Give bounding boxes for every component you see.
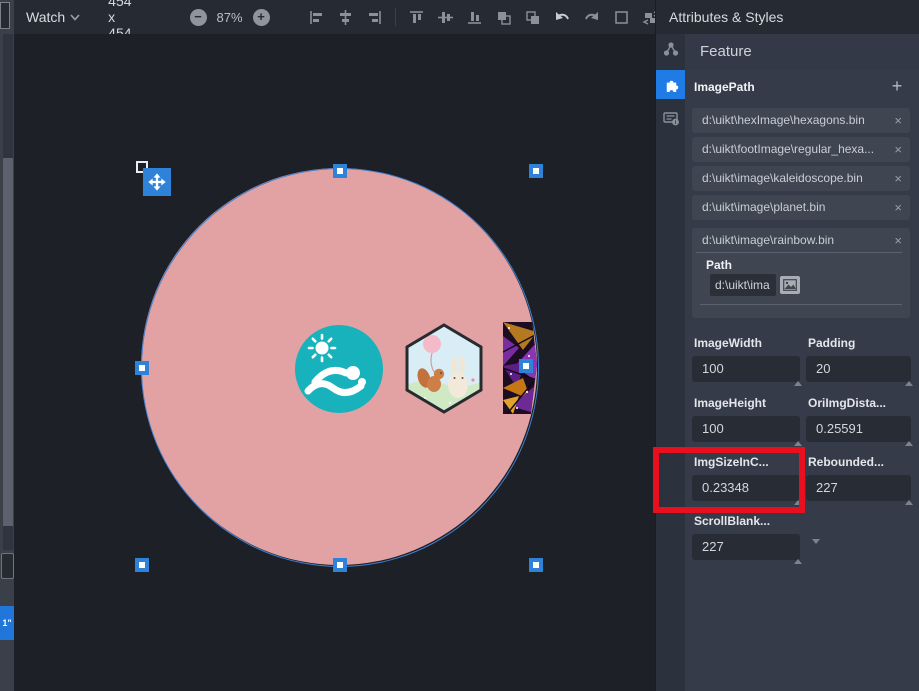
left-panel-badge[interactable]: 1" — [0, 606, 14, 640]
move-tool-button[interactable] — [143, 168, 171, 196]
divider — [696, 252, 902, 253]
align-bottom-icon[interactable] — [466, 9, 483, 26]
field-label-rebounded: Rebounded... — [808, 455, 884, 469]
alignment-toolbar — [308, 8, 660, 26]
left-panel-item[interactable] — [1, 553, 14, 579]
stepper-control[interactable] — [895, 480, 904, 496]
divider — [700, 304, 902, 305]
component-puzzle-icon — [663, 76, 680, 93]
zoom-in-button[interactable]: + — [253, 9, 270, 26]
toolbar-separator — [395, 8, 396, 26]
field-input-imagewidth[interactable]: 100 — [692, 356, 800, 382]
zoom-controls: − 87% + — [190, 9, 270, 26]
selection-box-icon[interactable] — [613, 9, 630, 26]
field-input-imageheight[interactable]: 100 — [692, 416, 800, 442]
stepper-control[interactable] — [895, 421, 904, 437]
resize-handle-top-right[interactable] — [529, 164, 543, 178]
remove-path-button[interactable]: × — [894, 166, 902, 191]
attributes-panel-header: Attributes & Styles — [655, 0, 919, 34]
remove-path-button[interactable]: × — [894, 228, 902, 253]
remove-path-button[interactable]: × — [894, 137, 902, 162]
swim-activity-icon[interactable] — [295, 325, 383, 413]
panel-tab-strip: i — [655, 34, 686, 691]
align-middle-vertical-icon[interactable] — [437, 9, 454, 26]
image-icon — [783, 279, 797, 291]
move-arrows-icon — [146, 171, 168, 193]
top-toolbar: Watch 454 x 454 − 87% + — [14, 0, 655, 34]
resize-handle-middle-left[interactable] — [135, 361, 149, 375]
imagepath-value: d:\uikt\image\planet.bin — [702, 195, 825, 220]
resize-handle-middle-right[interactable] — [519, 359, 533, 373]
field-input-oriimgdistance[interactable]: 0.25591 — [806, 416, 911, 442]
field-label-imagewidth: ImageWidth — [694, 336, 762, 350]
left-scrollbar-thumb[interactable] — [3, 158, 13, 526]
undo-icon[interactable] — [553, 9, 571, 26]
field-label-imgsizeinc: ImgSizeInC... — [694, 455, 769, 469]
field-label-scrollblank: ScrollBlank... — [694, 514, 770, 528]
left-panel-item[interactable] — [0, 2, 10, 29]
field-input-imgsizeinc[interactable]: 0.23348 — [692, 475, 800, 501]
field-label-oriimgdistance: OriImgDista... — [808, 396, 886, 410]
resize-handle-bottom-center[interactable] — [333, 558, 347, 572]
section-title: Feature — [700, 43, 752, 60]
resize-handle-bottom-right[interactable] — [529, 558, 543, 572]
align-right-icon[interactable] — [366, 9, 383, 26]
panel-title: Attributes & Styles — [669, 9, 783, 25]
stepper-control[interactable] — [895, 361, 904, 377]
stepper-control[interactable] — [784, 361, 793, 377]
zoom-out-button[interactable]: − — [190, 9, 207, 26]
chevron-down-icon[interactable] — [70, 14, 80, 21]
imagepath-item[interactable]: d:\uikt\footImage\regular_hexa... × — [692, 137, 910, 162]
sun-icon — [309, 335, 335, 361]
remove-path-button[interactable]: × — [894, 195, 902, 220]
imagepath-label: ImagePath — [694, 78, 755, 96]
field-input-scrollblank[interactable]: 227 — [692, 534, 800, 560]
send-backward-icon[interactable] — [524, 9, 541, 26]
swimmer-glyph — [308, 366, 366, 393]
tab-component-active[interactable] — [656, 70, 686, 99]
resize-handle-bottom-left[interactable] — [135, 558, 149, 572]
redo-icon[interactable] — [583, 9, 601, 26]
path-input[interactable]: d:\uikt\ima — [710, 274, 776, 296]
align-top-icon[interactable] — [408, 9, 425, 26]
imagepath-item[interactable]: d:\uikt\hexImage\hexagons.bin × — [692, 108, 910, 133]
align-left-icon[interactable] — [308, 9, 325, 26]
imagepath-value: d:\uikt\image\rainbow.bin — [702, 233, 834, 247]
add-imagepath-button[interactable]: + — [885, 74, 909, 98]
field-input-padding[interactable]: 20 — [806, 356, 911, 382]
feature-section-header: Feature — [685, 34, 919, 70]
device-selector[interactable]: Watch — [26, 9, 65, 25]
remove-path-button[interactable]: × — [894, 108, 902, 133]
hierarchy-icon[interactable] — [662, 40, 680, 58]
left-edge-panel: 1" — [0, 0, 14, 691]
field-input-rebounded[interactable]: 227 — [806, 475, 911, 501]
imagepath-item-expanded: d:\uikt\image\rainbow.bin × Path d:\uikt… — [692, 228, 910, 318]
zoom-level-label: 87% — [217, 10, 243, 25]
field-label-padding: Padding — [808, 336, 855, 350]
bring-forward-icon[interactable] — [495, 9, 512, 26]
imagepath-value: d:\uikt\hexImage\hexagons.bin — [702, 108, 865, 133]
path-field-label: Path — [706, 258, 732, 272]
resize-handle-top-center[interactable] — [333, 164, 347, 178]
hexagon-animals-illustration[interactable] — [405, 323, 483, 414]
imagepath-value: d:\uikt\footImage\regular_hexa... — [702, 137, 874, 162]
imagepath-value: d:\uikt\image\kaleidoscope.bin — [702, 166, 863, 191]
field-label-imageheight: ImageHeight — [694, 396, 766, 410]
browse-image-button[interactable] — [780, 276, 800, 294]
imagepath-item[interactable]: d:\uikt\image\planet.bin × — [692, 195, 910, 220]
attributes-panel: Feature ImagePath + d:\uikt\hexImage\hex… — [685, 34, 919, 691]
properties-info-icon[interactable]: i — [662, 109, 680, 127]
align-center-horizontal-icon[interactable] — [337, 9, 354, 26]
imagepath-item[interactable]: d:\uikt\image\kaleidoscope.bin × — [692, 166, 910, 191]
stepper-control[interactable] — [784, 421, 793, 437]
stepper-control[interactable] — [784, 480, 793, 496]
design-canvas[interactable] — [14, 34, 655, 691]
imagepath-item[interactable]: d:\uikt\image\rainbow.bin × — [692, 228, 910, 253]
stepper-control[interactable] — [784, 539, 793, 555]
